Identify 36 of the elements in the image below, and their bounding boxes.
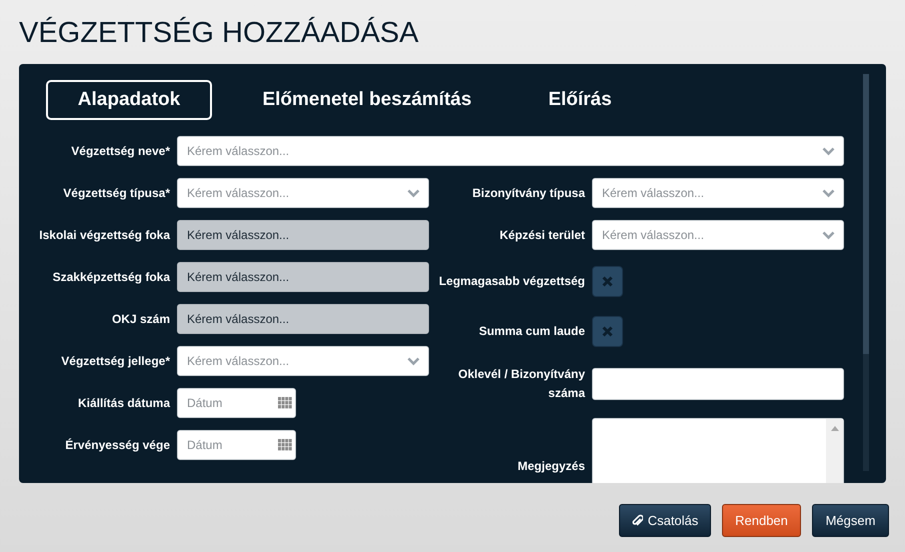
field-label: Legmagasabb végzettség: [438, 272, 585, 290]
checkbox[interactable]: [592, 266, 623, 296]
tab[interactable]: Előírás: [504, 80, 656, 120]
attach-button[interactable]: Csatolás: [619, 504, 711, 537]
tab[interactable]: Előmenetel beszámítás: [230, 80, 504, 120]
field-label: Érvényesség vége: [64, 436, 170, 454]
cancel-button[interactable]: Mégsem: [812, 504, 889, 537]
field-label: Kiállítás dátuma: [76, 394, 170, 412]
chevron-down-icon: [407, 188, 420, 198]
chevron-down-icon: [407, 356, 420, 366]
field-label: Végzettség neve*: [70, 142, 170, 160]
field-label: Végzettség típusa*: [62, 184, 170, 202]
chevron-down-icon: [822, 146, 835, 156]
field-label: Végzettség jellege*: [60, 352, 170, 370]
field-label: Megjegyzés: [516, 458, 585, 474]
chevron-down-icon: [822, 230, 835, 240]
input-field[interactable]: [592, 368, 844, 400]
ok-button[interactable]: Rendben: [722, 504, 801, 537]
x-icon: [602, 276, 613, 286]
field-label: Oklevél / Bizonyítvány száma: [457, 366, 585, 402]
chevron-down-icon: [822, 188, 835, 198]
checkbox[interactable]: [592, 316, 623, 346]
field-label: OKJ szám: [110, 310, 170, 328]
calendar-icon: [278, 439, 292, 451]
field-label: Summa cum laude: [478, 322, 585, 340]
paperclip-icon: [632, 514, 643, 527]
tab[interactable]: Alapadatok: [46, 80, 212, 120]
field-label: Képzési terület: [498, 226, 585, 244]
field-label: Iskolai végzettség foka: [39, 226, 170, 244]
field-label: Bizonyítvány típusa: [471, 184, 585, 202]
field-label: Szakképzettség foka: [52, 268, 170, 286]
calendar-icon: [278, 397, 292, 409]
scroll-up-icon: [830, 426, 838, 431]
x-icon: [602, 326, 613, 336]
page-title: VÉGZETTSÉG HOZZÁADÁSA: [18, 16, 420, 51]
scrollbar-thumb[interactable]: [863, 74, 869, 354]
